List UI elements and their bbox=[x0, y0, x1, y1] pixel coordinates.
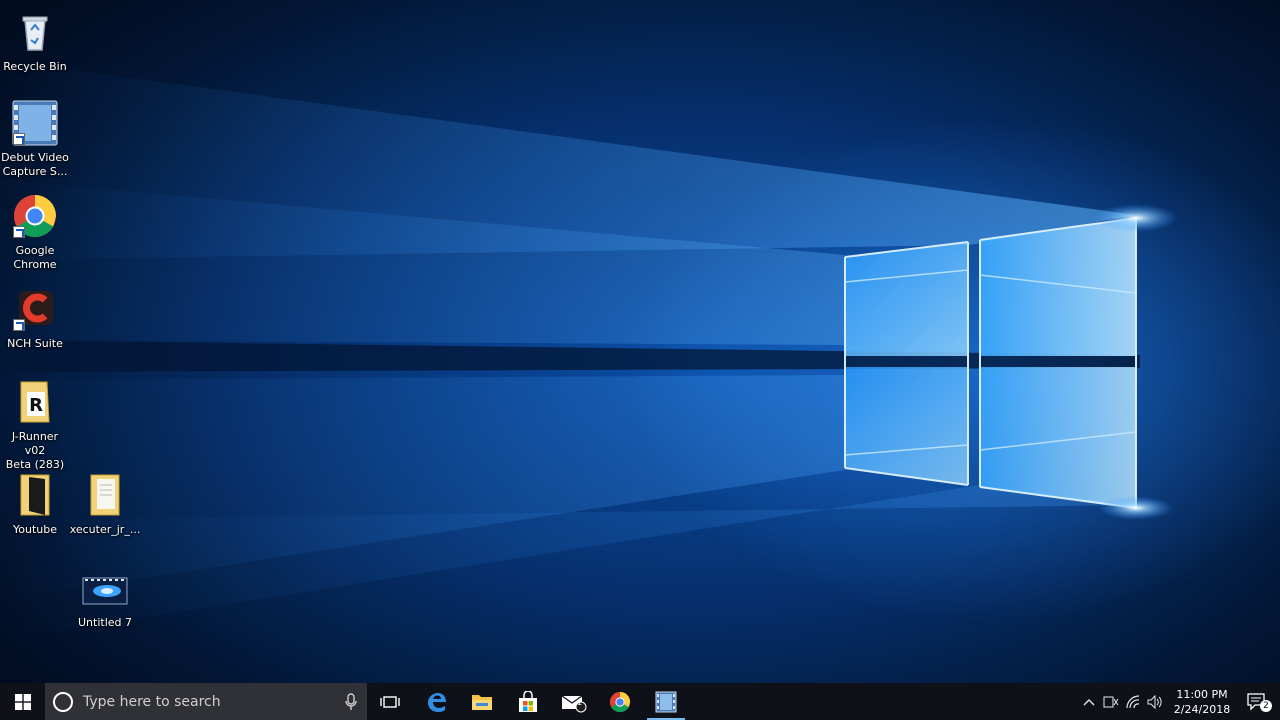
taskbar-chrome[interactable] bbox=[597, 683, 643, 720]
taskbar-mail[interactable]: 1 bbox=[551, 683, 597, 720]
shortcut-arrow-icon bbox=[13, 226, 25, 238]
taskbar-store[interactable] bbox=[505, 683, 551, 720]
youtube-folder[interactable]: Youtube bbox=[0, 471, 70, 537]
debut-icon bbox=[655, 691, 677, 712]
untitled-7-video[interactable]: Untitled 7 bbox=[70, 564, 140, 630]
desktop-icon-label: Recycle Bin bbox=[3, 60, 67, 73]
action-center-button[interactable]: 2 bbox=[1234, 683, 1280, 720]
search-placeholder: Type here to search bbox=[83, 693, 221, 710]
shortcut-arrow-icon bbox=[13, 319, 25, 331]
system-tray: 11:00 PM 2/24/2018 2 bbox=[1078, 683, 1280, 720]
folder-icon bbox=[11, 471, 59, 519]
show-hidden-icons-chevron-icon[interactable] bbox=[1078, 683, 1100, 720]
desktop-icon-label: Google Chrome bbox=[13, 244, 57, 271]
taskbar-debut[interactable] bbox=[643, 683, 689, 720]
clock-time: 11:00 PM bbox=[1176, 687, 1228, 701]
film-strip-icon bbox=[11, 99, 59, 147]
mail-badge: 1 bbox=[577, 698, 583, 707]
file-explorer-icon bbox=[472, 694, 492, 710]
desktop-icon-label: NCH Suite bbox=[7, 337, 63, 350]
xecuter-folder[interactable]: xecuter_jr_... bbox=[70, 471, 140, 537]
cortana-icon bbox=[53, 691, 73, 712]
clock[interactable]: 11:00 PM 2/24/2018 bbox=[1170, 687, 1234, 717]
desktop-icon-label: Untitled 7 bbox=[77, 616, 132, 629]
taskbar-file-explorer[interactable] bbox=[459, 683, 505, 720]
video-thumbnail-icon bbox=[81, 564, 129, 612]
wifi-icon[interactable] bbox=[1122, 683, 1144, 720]
wallpaper bbox=[0, 60, 1178, 640]
desktop: Recycle Bin Debut Video Capture S... Goo… bbox=[0, 0, 1280, 683]
desktop-icon-label: Debut Video Capture S... bbox=[1, 151, 69, 178]
nch-suite-shortcut[interactable]: NCH Suite bbox=[0, 285, 70, 351]
desktop-icon-label: Youtube bbox=[13, 523, 57, 536]
notification-count-badge: 2 bbox=[1260, 700, 1272, 712]
windows-logo-icon bbox=[14, 693, 31, 710]
google-chrome-shortcut[interactable]: Google Chrome bbox=[0, 192, 70, 272]
recycle-bin-shortcut[interactable]: Recycle Bin bbox=[0, 8, 70, 74]
mail-icon bbox=[561, 694, 587, 712]
chrome-icon bbox=[609, 691, 631, 712]
chrome-icon bbox=[11, 192, 59, 240]
search-box[interactable]: Type here to search bbox=[45, 683, 367, 720]
edge-icon bbox=[428, 692, 446, 712]
taskbar-edge[interactable] bbox=[413, 683, 459, 720]
j-runner-folder[interactable]: R J-Runner v02 Beta (283) ... bbox=[0, 378, 70, 486]
task-view-icon bbox=[380, 695, 400, 708]
nch-logo-icon bbox=[11, 285, 59, 333]
microphone-icon[interactable] bbox=[345, 692, 357, 711]
clock-date: 2/24/2018 bbox=[1173, 702, 1231, 716]
shortcut-arrow-icon bbox=[13, 133, 25, 145]
desktop-icon-label: xecuter_jr_... bbox=[69, 523, 141, 536]
language-input-icon[interactable] bbox=[1100, 683, 1122, 720]
recycle-bin-icon bbox=[11, 8, 59, 56]
task-view-button[interactable] bbox=[367, 683, 413, 720]
volume-icon[interactable] bbox=[1144, 683, 1166, 720]
folder-icon: R bbox=[11, 378, 59, 426]
start-button[interactable] bbox=[0, 683, 45, 720]
taskbar: Type here to search 1 11:00 PM 2/24/2018… bbox=[0, 683, 1280, 720]
store-icon bbox=[519, 690, 537, 712]
debut-video-shortcut[interactable]: Debut Video Capture S... bbox=[0, 99, 70, 179]
svg-text:R: R bbox=[29, 395, 43, 416]
folder-icon bbox=[81, 471, 129, 519]
